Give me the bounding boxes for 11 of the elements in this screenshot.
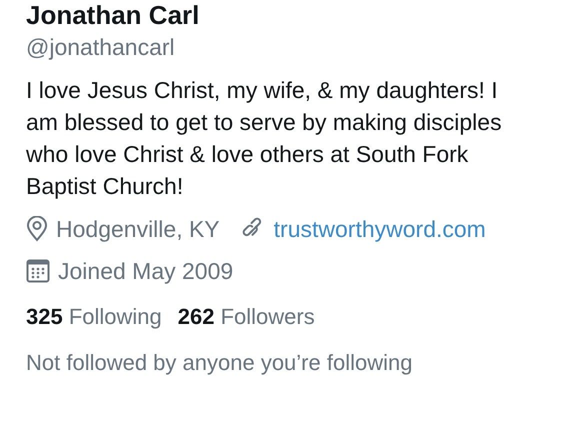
location-pin-icon bbox=[26, 216, 48, 242]
profile-name: Jonathan Carl bbox=[26, 0, 200, 30]
followed-by-text: Not followed by anyone you’re following bbox=[26, 350, 414, 376]
calendar-icon bbox=[26, 259, 50, 283]
stat-link[interactable]: 325 Following bbox=[26, 304, 162, 330]
location-text: Hodgenville, KY bbox=[56, 216, 220, 242]
stat-link[interactable]: 262 Followers bbox=[178, 304, 315, 330]
profile-bio: I love Jesus Christ, my wife, & my daughters! I am blessed to get to serve by making disciples who love Christ & love others at South Fork Baptist Church! bbox=[26, 76, 503, 201]
website-link[interactable]: trustworthyword.com bbox=[274, 216, 486, 242]
joined-date: Joined May 2009 bbox=[58, 258, 234, 284]
profile-handle: @jonathancarl bbox=[26, 33, 176, 62]
